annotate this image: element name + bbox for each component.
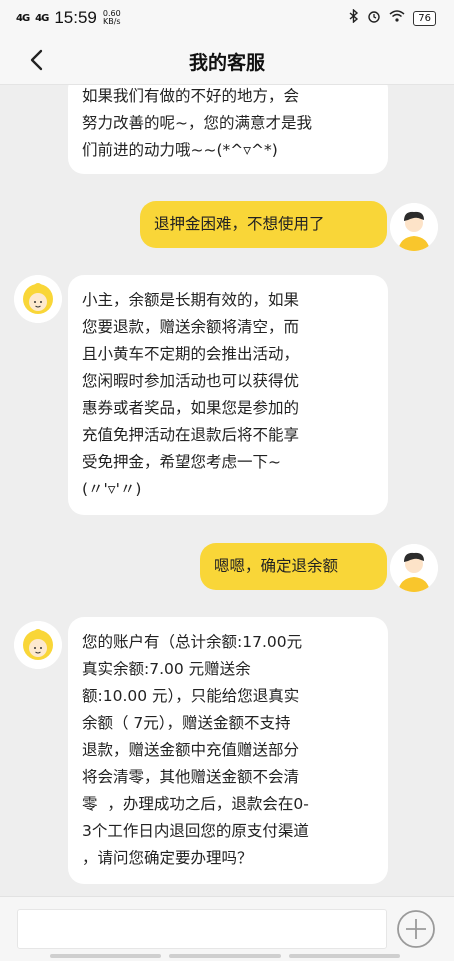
chat-message-list[interactable]: 如果我们有做的不好的地方，会 努力改善的呢~，您的满意才是我 们前进的动力哦~~…	[0, 85, 454, 895]
nav-hint-bar	[50, 954, 162, 958]
nav-gesture-hint	[50, 954, 400, 960]
alarm-icon	[367, 9, 381, 27]
bot-message-bubble: 如果我们有做的不好的地方，会 努力改善的呢~，您的满意才是我 们前进的动力哦~~…	[68, 85, 388, 174]
clock-time: 15:59	[54, 8, 97, 27]
network-speed-unit: KB/s	[102, 17, 121, 26]
status-bar: 4G 4G 15:59 0.60 KB/s 76	[0, 0, 454, 36]
user-avatar-icon	[390, 203, 438, 251]
network-speed: 0.60 KB/s	[103, 10, 121, 26]
wifi-icon	[389, 10, 405, 26]
bot-message-bubble: 小主，余额是长期有效的，如果 您要退款，赠送余额将清空，而 且小黄车不定期的会推…	[68, 275, 388, 515]
message-input-bar	[0, 896, 454, 961]
plus-button[interactable]	[396, 909, 436, 949]
message-input[interactable]	[17, 909, 387, 949]
plus-circle-icon	[397, 910, 435, 948]
app-header: 我的客服	[0, 36, 454, 85]
user-avatar-icon	[390, 544, 438, 592]
user-message-bubble: 退押金困难，不想使用了	[140, 201, 387, 248]
bot-message-bubble: 您的账户有（总计余额:17.00元 真实余额:7.00 元赠送余 额:10.00…	[68, 617, 388, 884]
customer-service-avatar-icon	[14, 275, 62, 323]
battery-indicator: 76	[413, 10, 436, 26]
bluetooth-icon	[349, 8, 359, 27]
page-title: 我的客服	[188, 52, 265, 74]
nav-hint-bar	[169, 954, 281, 958]
customer-service-avatar-icon	[14, 621, 62, 669]
user-message-bubble: 嗯嗯，确定退余额	[200, 543, 387, 590]
signal-4g-2: 4G	[35, 12, 49, 24]
nav-hint-bar	[288, 954, 400, 958]
signal-4g-1: 4G	[16, 12, 30, 24]
